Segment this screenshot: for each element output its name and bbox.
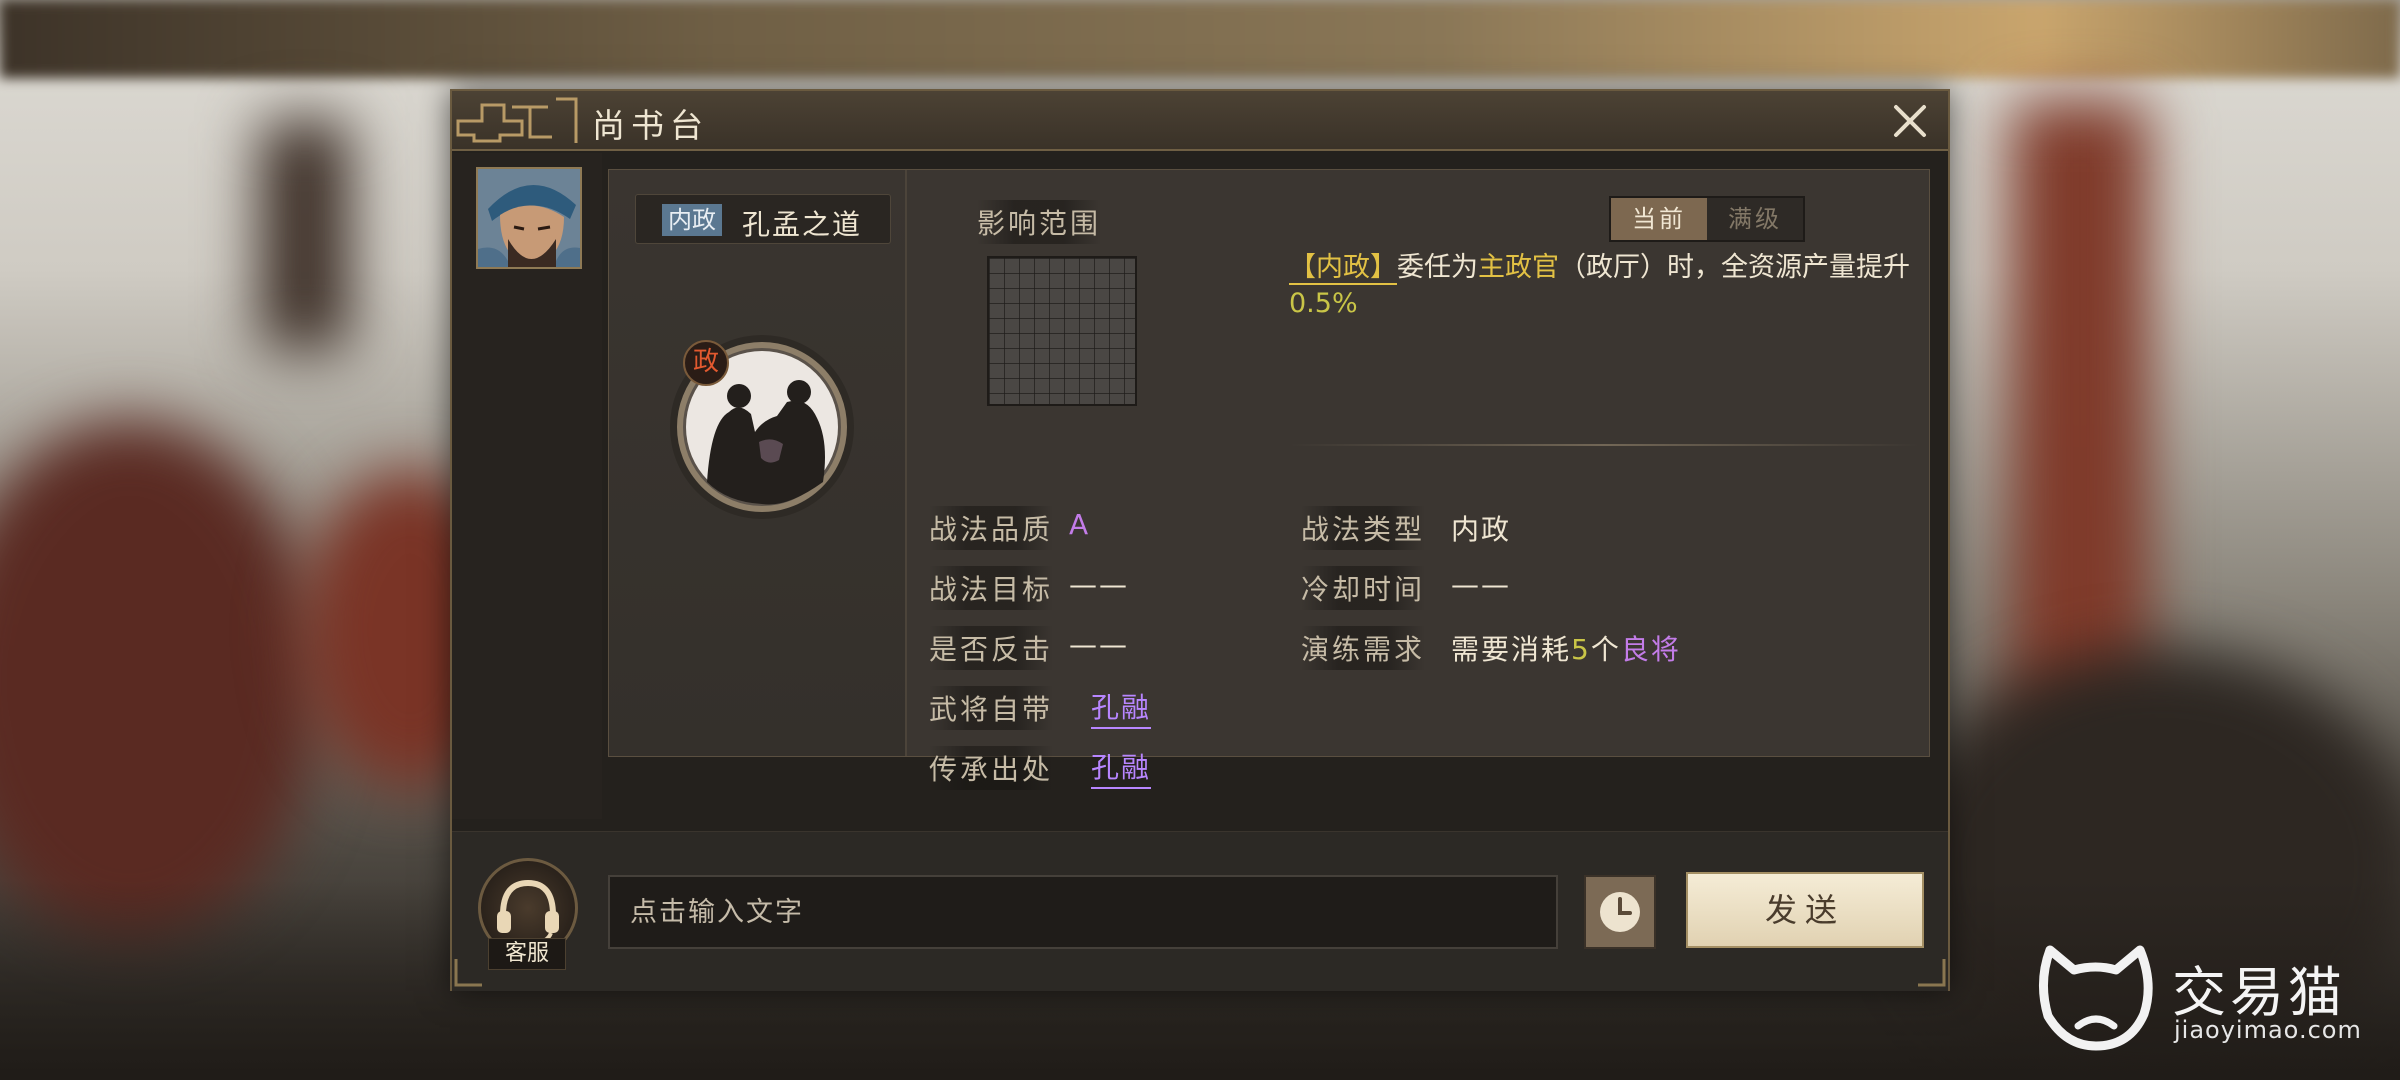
clock-icon: [1600, 892, 1640, 932]
skill-name: 孔孟之道: [742, 208, 863, 241]
general-portrait-icon: [478, 169, 580, 267]
shangshutai-dialog: 尚书台 内政 孔孟之道 政 影响范围 当前 满级 【内政】委任为主政官（政厅）时…: [450, 89, 1950, 991]
cooldown-label: 冷却时间: [1301, 566, 1426, 610]
send-button[interactable]: 发送: [1686, 872, 1924, 948]
skill-detail-panel: 内政 孔孟之道 政 影响范围 当前 满级 【内政】委任为主政官（政厅）时，全资源…: [608, 169, 1931, 790]
skill-type-badge: 内政: [662, 204, 722, 236]
dialog-header: 尚书台: [452, 91, 1948, 151]
general-avatar[interactable]: [476, 167, 582, 269]
chat-input[interactable]: [608, 875, 1558, 949]
watermark-domain: jiaoyimao.com: [2174, 1016, 2362, 1044]
inherit-source-link[interactable]: 孔融: [1091, 746, 1152, 789]
training-count: 5: [1571, 633, 1591, 666]
general-list-column: [452, 153, 602, 819]
skill-type-label: 战法类型: [1301, 506, 1426, 550]
close-icon[interactable]: [1888, 99, 1932, 143]
training-item: 良将: [1620, 633, 1681, 666]
innate-general-label: 武将自带: [929, 686, 1054, 730]
toggle-max-level-tab[interactable]: 满级: [1707, 198, 1803, 240]
politics-badge-icon: 政: [683, 340, 729, 386]
counter-label: 是否反击: [929, 626, 1054, 670]
counter-value: ——: [1069, 628, 1129, 661]
skill-description: 【内政】委任为主政官（政厅）时，全资源产量提升 0.5%: [1289, 250, 1929, 322]
background-blur: [0, 420, 320, 940]
range-label: 影响范围: [977, 200, 1102, 244]
training-unit: 个: [1590, 633, 1621, 666]
customer-service-label: 客服: [488, 938, 566, 970]
target-value: ——: [1069, 568, 1129, 601]
divider: [1289, 444, 1919, 446]
training-prefix: 需要消耗: [1451, 633, 1572, 666]
quality-value: A: [1069, 508, 1091, 541]
title-ornament-icon: [456, 97, 578, 143]
training-requirement: 需要消耗5个良将: [1451, 628, 1681, 668]
description-text: （政厅）时，全资源产量提升: [1559, 252, 1910, 283]
toggle-current-tab[interactable]: 当前: [1611, 198, 1707, 240]
description-highlight: 主政官: [1478, 252, 1559, 283]
skill-title-tag: 内政 孔孟之道: [635, 194, 891, 244]
innate-general-link[interactable]: 孔融: [1091, 686, 1152, 729]
jiaoyimao-logo-icon: [2038, 945, 2153, 1051]
background-blur: [260, 120, 350, 350]
skill-attributes-pane: 影响范围 当前 满级 【内政】委任为主政官（政厅）时，全资源产量提升 0.5% 战…: [909, 170, 1931, 790]
history-button[interactable]: [1584, 875, 1656, 949]
description-text: 委任为: [1397, 252, 1478, 283]
corner-ornament-icon: [454, 959, 482, 987]
skill-summary-pane: 内政 孔孟之道 政: [609, 170, 907, 756]
target-label: 战法目标: [929, 566, 1054, 610]
chat-input-bar: 客服 发送: [452, 831, 1948, 991]
quality-label: 战法品质: [929, 506, 1054, 550]
description-value: 0.5%: [1289, 288, 1358, 319]
watermark: 交易猫 jiaoyimao.com: [2030, 942, 2370, 1062]
dialog-title: 尚书台: [592, 106, 709, 145]
cooldown-value: ——: [1451, 568, 1511, 601]
inherit-source-label: 传承出处: [929, 746, 1054, 790]
level-toggle: 当前 满级: [1609, 196, 1805, 242]
training-label: 演练需求: [1301, 626, 1426, 670]
background-top-bar: [0, 0, 2400, 78]
range-grid: [987, 256, 1137, 406]
corner-ornament-icon: [1918, 959, 1946, 987]
skill-type-value: 内政: [1451, 513, 1512, 546]
description-tag: 【内政】: [1289, 252, 1397, 285]
